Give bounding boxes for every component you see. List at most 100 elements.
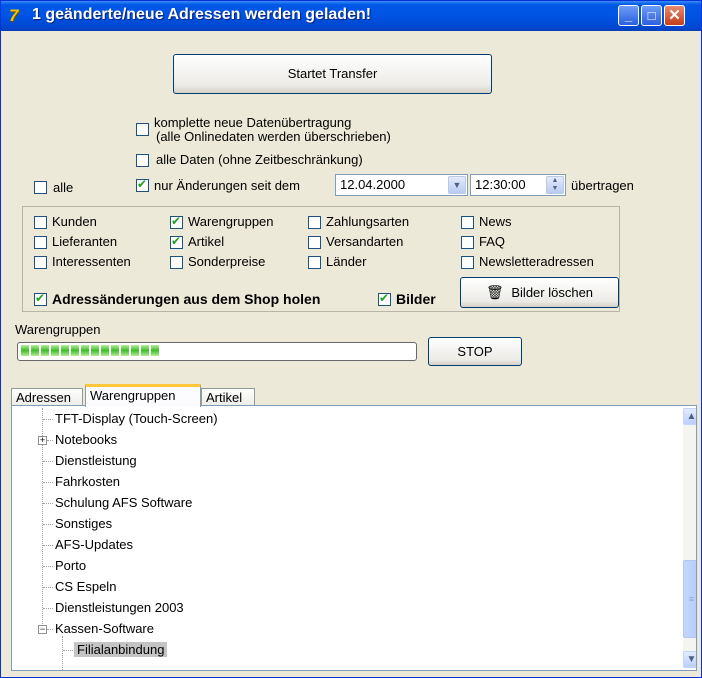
warengruppen-label: Warengruppen [188,214,274,229]
news-checkbox[interactable] [461,216,474,229]
afs-app-icon: 7 [9,6,19,25]
tree-item[interactable]: Notebooks [55,432,117,447]
faq-label: FAQ [479,234,506,249]
maximize-button[interactable]: □ [641,5,662,26]
delete-images-button[interactable]: 🗑 Bilder löschen [460,277,619,308]
stop-label: STOP [457,344,493,359]
scrollbar-thumb[interactable]: ≡ [683,560,696,638]
transferred-label: übertragen [571,178,634,193]
progress-block [111,345,119,356]
scroll-up-button[interactable]: ▲ [683,408,696,425]
progress-block [71,345,79,356]
progress-block [91,345,99,356]
full-transfer-label-2: (alle Onlinedaten werden überschrieben) [156,129,391,144]
news-label: News [479,214,512,229]
progress-block [121,345,129,356]
start-transfer-label: Startet Transfer [287,66,378,81]
time-spinner-button[interactable]: ▲ ▼ [546,176,564,194]
tree-connector [43,545,53,546]
artikel-checkbox[interactable] [170,234,183,249]
full-transfer-label-1: komplette neue Datenübertragung [154,115,352,130]
zahlungsarten-checkbox[interactable] [308,216,321,229]
time-field[interactable]: 12:30:00 ▲ ▼ [470,174,566,196]
progress-block [131,345,139,356]
lieferanten-label: Lieferanten [52,234,118,249]
progress-block [41,345,49,356]
faq-checkbox[interactable] [461,236,474,249]
expand-icon[interactable]: + [38,436,47,445]
tree-connector [62,636,63,670]
tree-view[interactable]: TFT-Display (Touch-Screen) + Notebooks D… [11,405,697,671]
tree-item[interactable]: TFT-Display (Touch-Screen) [55,411,218,426]
tree-item-selected[interactable]: Filialanbindung [74,642,168,657]
interessenten-checkbox[interactable] [34,256,47,269]
sonderpreise-label: Sonderpreise [188,254,266,269]
progress-bar [17,342,417,361]
tree-connector [43,482,53,483]
delete-images-label: Bilder löschen [511,285,594,300]
progress-block [21,345,29,356]
lieferanten-checkbox[interactable] [34,236,47,249]
progress-fill [21,345,413,356]
tree-item[interactable]: Dienstleistungen 2003 [55,600,184,615]
progress-block [81,345,89,356]
tree-item[interactable]: Sonstiges [55,516,112,531]
tree-connector [63,650,73,651]
tree-connector [43,608,53,609]
main-window: 7 1 geänderte/neue Adressen werden gelad… [0,0,702,678]
vertical-scrollbar[interactable]: ▲ ≡ ▼ [683,408,696,668]
collapse-icon[interactable]: − [38,625,47,634]
all-label: alle [53,180,74,195]
tree-item[interactable]: Porto [55,558,86,573]
newsletter-checkbox[interactable] [461,256,474,269]
address-changes-checkbox[interactable] [34,291,47,306]
tree-item[interactable]: Schulung AFS Software [55,495,192,510]
start-transfer-button[interactable]: Startet Transfer [173,54,492,94]
changes-since-checkbox[interactable] [136,177,149,192]
tree-connector [43,524,53,525]
tree-item[interactable]: Fahrkosten [55,474,120,489]
tree-item[interactable]: Dienstleistung [55,453,137,468]
tree-connector [47,629,53,630]
tree-connector [43,419,53,420]
full-transfer-checkbox[interactable] [136,123,149,136]
tree-connector [47,440,53,441]
changes-since-label: nur Änderungen seit dem [154,178,300,193]
minimize-button[interactable]: _ [618,5,639,26]
tab-adressen[interactable]: Adressen [11,388,83,406]
all-data-label: alle Daten (ohne Zeitbeschränkung) [156,152,363,167]
kunden-checkbox[interactable] [34,216,47,229]
tree-connector [43,566,53,567]
sonderpreise-checkbox[interactable] [170,256,183,269]
bilder-checkbox[interactable] [378,291,391,306]
date-picker[interactable]: 12.04.2000 ▼ [335,174,468,196]
progress-block [61,345,69,356]
kunden-label: Kunden [52,214,97,229]
warengruppen-checkbox[interactable] [170,214,183,229]
artikel-label: Artikel [188,234,225,249]
title-bar[interactable]: 7 1 geänderte/neue Adressen werden gelad… [1,1,701,31]
tab-artikel[interactable]: Artikel [201,388,255,406]
client-area: Startet Transfer komplette neue Datenübe… [6,32,697,672]
zahlungsarten-label: Zahlungsarten [326,214,410,229]
versandarten-label: Versandarten [326,234,404,249]
close-button[interactable]: ✕ [664,5,685,26]
tab-warengruppen[interactable]: Warengruppen [85,384,201,407]
all-data-checkbox[interactable] [136,154,149,167]
time-value: 12:30:00 [475,177,526,192]
laender-checkbox[interactable] [308,256,321,269]
tree-connector [43,461,53,462]
trash-icon: 🗑 [485,284,504,300]
tree-item[interactable]: CS Espeln [55,579,116,594]
date-value: 12.04.2000 [340,177,406,192]
versandarten-checkbox[interactable] [308,236,321,249]
tree-item[interactable]: AFS-Updates [55,537,133,552]
newsletter-label: Newsletteradressen [479,254,594,269]
date-dropdown-button[interactable]: ▼ [448,176,466,194]
all-checkbox[interactable] [34,181,47,194]
progress-block [51,345,59,356]
interessenten-label: Interessenten [52,254,131,269]
scroll-down-button[interactable]: ▼ [683,651,696,668]
stop-button[interactable]: STOP [428,337,522,366]
tree-item[interactable]: Kassen-Software [55,621,154,636]
